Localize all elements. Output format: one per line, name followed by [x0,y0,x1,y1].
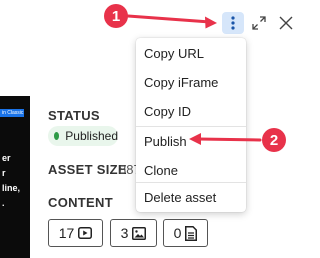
annotation-badge-2: 2 [262,128,286,152]
annotation-arrow-1 [126,14,217,29]
annotation-badge-1: 1 [104,4,128,28]
annotation-arrow-2 [189,133,262,145]
annotation-arrows [126,14,262,145]
